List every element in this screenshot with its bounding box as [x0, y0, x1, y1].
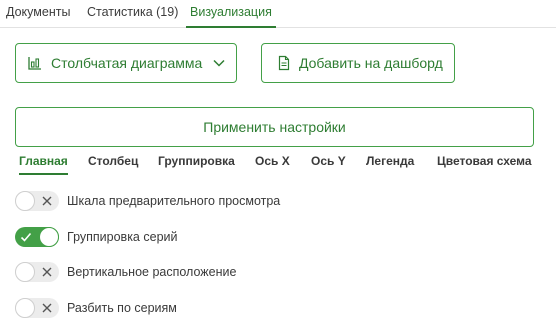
subtab-column[interactable]: Столбец	[88, 154, 138, 168]
preview-scale-row: Шкала предварительного просмотра	[15, 190, 280, 212]
document-icon	[276, 55, 292, 71]
vertical-layout-toggle[interactable]	[15, 262, 59, 282]
close-icon	[42, 303, 52, 313]
toggle-knob	[39, 227, 59, 247]
subtab-axis-x[interactable]: Ось X	[255, 154, 290, 168]
series-grouping-row: Группировка серий	[15, 226, 177, 248]
chart-type-dropdown[interactable]: Столбчатая диаграмма	[15, 43, 237, 83]
subtab-color-scheme[interactable]: Цветовая схема	[437, 154, 532, 168]
preview-scale-toggle[interactable]	[15, 191, 59, 211]
add-to-dashboard-button[interactable]: Добавить на дашборд	[261, 43, 455, 83]
tab-bar: Документы Статистика (19) Визуализация	[0, 0, 556, 28]
toggle-knob	[15, 262, 35, 282]
apply-settings-button[interactable]: Применить настройки	[15, 107, 534, 147]
close-icon	[42, 267, 52, 277]
settings-tab-bar: Главная Столбец Группировка Ось X Ось Y …	[15, 154, 545, 176]
vertical-layout-row: Вертикальное расположение	[15, 261, 236, 283]
split-by-series-row: Разбить по сериям	[15, 297, 177, 319]
tab-documents[interactable]: Документы	[6, 4, 70, 26]
add-to-dashboard-label: Добавить на дашборд	[299, 55, 443, 71]
check-icon	[20, 232, 32, 242]
subtab-main[interactable]: Главная	[19, 154, 68, 175]
preview-scale-label: Шкала предварительного просмотра	[67, 194, 281, 208]
close-icon	[42, 196, 52, 206]
split-by-series-toggle[interactable]	[15, 298, 59, 318]
chart-type-label: Столбчатая диаграмма	[51, 55, 203, 71]
subtab-grouping[interactable]: Группировка	[158, 154, 235, 168]
series-grouping-label: Группировка серий	[67, 230, 178, 244]
tab-visualization[interactable]: Визуализация	[186, 4, 276, 28]
vertical-layout-label: Вертикальное расположение	[67, 265, 237, 279]
toggle-knob	[15, 191, 35, 211]
chevron-down-icon	[212, 56, 226, 70]
subtab-legend[interactable]: Легенда	[366, 154, 414, 168]
subtab-axis-y[interactable]: Ось Y	[311, 154, 346, 168]
toggle-knob	[15, 298, 35, 318]
split-by-series-label: Разбить по сериям	[67, 301, 177, 315]
bar-chart-icon	[27, 55, 43, 71]
series-grouping-toggle[interactable]	[15, 227, 59, 247]
tab-statistics[interactable]: Статистика (19)	[87, 4, 178, 26]
